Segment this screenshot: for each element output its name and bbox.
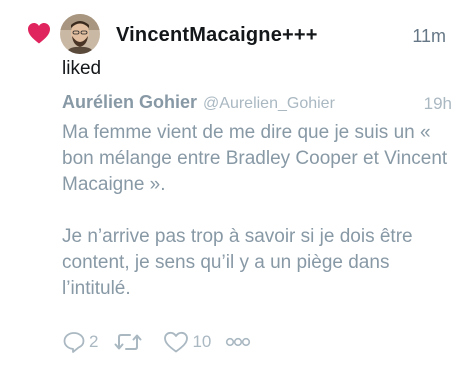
tweet-actions: 2 10 — [62, 328, 251, 356]
tweet-paragraph: Je n’arrive pas trop à savoir si je dois… — [62, 226, 413, 299]
reply-count: 2 — [89, 332, 99, 351]
quoted-tweet-header: Aurélien Gohier @Aurelien_Gohier 19h — [62, 92, 452, 118]
actor-name[interactable]: VincentMacaigne+++ — [116, 24, 318, 47]
reply-icon — [63, 332, 85, 353]
retweet-button[interactable] — [114, 331, 145, 353]
tweet-text: Ma femme vient de me dire que je suis un… — [62, 120, 452, 302]
more-button[interactable] — [225, 336, 251, 348]
retweet-icon — [114, 334, 142, 350]
action-label: liked — [62, 58, 102, 79]
avatar[interactable] — [60, 14, 100, 54]
like-button[interactable]: 10 — [163, 331, 211, 353]
like-count: 10 — [192, 332, 212, 351]
reply-button[interactable]: 2 — [62, 331, 98, 353]
tweet-paragraph: Ma femme vient de me dire que je suis un… — [62, 122, 448, 195]
quoted-tweet[interactable]: Aurélien Gohier @Aurelien_Gohier 19h Ma f… — [62, 92, 452, 302]
heart-icon — [28, 23, 50, 44]
tweet-timestamp[interactable]: 19h — [424, 94, 452, 114]
more-dots-icon — [226, 337, 251, 347]
activity-timestamp: 11m — [412, 26, 446, 46]
author-handle[interactable]: @Aurelien_Gohier — [203, 95, 335, 112]
like-heart-icon — [164, 331, 189, 353]
author-name[interactable]: Aurélien Gohier — [62, 92, 197, 112]
